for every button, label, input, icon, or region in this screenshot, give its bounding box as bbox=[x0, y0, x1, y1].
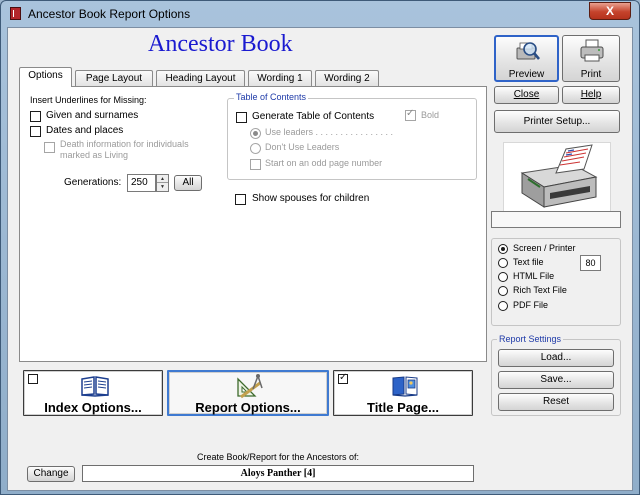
open-book-icon bbox=[81, 376, 109, 397]
given-surnames-checkbox[interactable] bbox=[30, 111, 41, 122]
picture-book-icon bbox=[392, 376, 418, 397]
toc-bold-label: Bold bbox=[421, 110, 440, 120]
text-file-radio[interactable] bbox=[498, 258, 508, 268]
print-button[interactable]: Print bbox=[562, 35, 620, 82]
dates-places-label: Dates and places bbox=[46, 125, 124, 136]
help-button[interactable]: Help bbox=[562, 86, 620, 104]
html-file-label: HTML File bbox=[513, 271, 555, 281]
odd-page-label: Start on an odd page number bbox=[265, 158, 383, 168]
rtf-file-radio[interactable] bbox=[498, 286, 508, 296]
save-settings-button[interactable]: Save... bbox=[498, 371, 614, 389]
status-field bbox=[491, 211, 621, 228]
report-options-label: Report Options... bbox=[195, 400, 301, 415]
use-leaders-radio[interactable] bbox=[250, 128, 261, 139]
report-settings-title: Report Settings bbox=[497, 334, 564, 344]
report-options-button[interactable]: Report Options... bbox=[167, 370, 329, 416]
generations-stepper[interactable]: ▲ ▼ bbox=[156, 174, 169, 192]
text-width-input[interactable]: 80 bbox=[580, 255, 601, 271]
death-info-checkbox[interactable] bbox=[44, 142, 55, 153]
output-destination-group: Screen / Printer Text file 80 HTML File … bbox=[491, 238, 621, 326]
pdf-file-label: PDF File bbox=[513, 300, 549, 310]
index-include-checkbox[interactable] bbox=[28, 374, 38, 384]
printer-setup-button[interactable]: Printer Setup... bbox=[494, 110, 620, 133]
use-leaders-label: Use leaders . . . . . . . . . . . . . . … bbox=[265, 127, 394, 137]
preview-button[interactable]: Preview bbox=[494, 35, 559, 82]
toc-group-title: Table of Contents bbox=[234, 92, 309, 102]
generate-toc-checkbox[interactable] bbox=[236, 112, 247, 123]
drafting-tools-icon bbox=[237, 374, 263, 399]
generations-label: Generations: bbox=[64, 177, 122, 188]
tab-wording-1[interactable]: Wording 1 bbox=[248, 70, 312, 87]
tab-page-layout[interactable]: Page Layout bbox=[75, 70, 153, 87]
index-options-label: Index Options... bbox=[44, 400, 142, 415]
toc-bold-checkbox[interactable] bbox=[405, 108, 416, 121]
underlines-heading: Insert Underlines for Missing: bbox=[30, 95, 147, 105]
print-label: Print bbox=[580, 69, 602, 80]
screen-printer-radio[interactable] bbox=[498, 244, 508, 254]
all-generations-button[interactable]: All bbox=[174, 175, 202, 191]
selected-ancestor-field: Aloys Panther [4] bbox=[82, 465, 474, 482]
report-options-window: Ancestor Book Report Options X Ancestor … bbox=[0, 0, 640, 495]
ancestors-of-label: Create Book/Report for the Ancestors of: bbox=[196, 452, 360, 462]
show-spouses-label: Show spouses for children bbox=[252, 193, 370, 204]
title-bar[interactable]: Ancestor Book Report Options X bbox=[1, 1, 639, 27]
screen-printer-label: Screen / Printer bbox=[513, 243, 576, 253]
options-tab-panel: Insert Underlines for Missing: Given and… bbox=[19, 86, 487, 362]
printer-illustration bbox=[503, 142, 611, 214]
close-button[interactable]: Close bbox=[494, 86, 559, 104]
death-info-label-line1: Death information for individuals bbox=[60, 139, 189, 149]
load-settings-button[interactable]: Load... bbox=[498, 349, 614, 367]
show-spouses-checkbox[interactable] bbox=[235, 194, 246, 205]
tab-options[interactable]: Options bbox=[19, 67, 72, 87]
html-file-radio[interactable] bbox=[498, 272, 508, 282]
book-app-icon bbox=[10, 7, 21, 20]
window-title: Ancestor Book Report Options bbox=[28, 7, 191, 21]
toc-group: Table of Contents Generate Table of Cont… bbox=[227, 92, 477, 180]
text-file-label: Text file bbox=[513, 257, 544, 267]
odd-page-checkbox[interactable] bbox=[250, 159, 261, 170]
stepper-down-icon[interactable]: ▼ bbox=[157, 183, 168, 191]
reset-settings-button[interactable]: Reset bbox=[498, 393, 614, 411]
given-surnames-label: Given and surnames bbox=[46, 110, 139, 121]
tab-wording-2[interactable]: Wording 2 bbox=[315, 70, 379, 87]
report-settings-group: Report Settings Load... Save... Reset bbox=[491, 334, 621, 416]
title-page-button[interactable]: Title Page... bbox=[333, 370, 473, 416]
title-page-include-checkbox[interactable] bbox=[338, 372, 348, 384]
preview-magnifier-icon bbox=[516, 42, 540, 60]
generate-toc-label: Generate Table of Contents bbox=[252, 111, 375, 122]
rtf-file-label: Rich Text File bbox=[513, 285, 567, 295]
index-options-button[interactable]: Index Options... bbox=[23, 370, 163, 416]
laser-printer-icon bbox=[520, 144, 598, 208]
tab-heading-layout[interactable]: Heading Layout bbox=[156, 70, 245, 87]
stepper-up-icon[interactable]: ▲ bbox=[157, 175, 168, 183]
dont-use-leaders-radio[interactable] bbox=[250, 143, 261, 154]
preview-label: Preview bbox=[508, 69, 545, 80]
change-person-button[interactable]: Change bbox=[27, 466, 75, 482]
pdf-file-radio[interactable] bbox=[498, 301, 508, 311]
dates-places-checkbox[interactable] bbox=[30, 126, 41, 137]
dialog-body: Ancestor Book Options Page Layout Headin… bbox=[7, 27, 633, 491]
printer-icon bbox=[580, 39, 604, 62]
title-page-label: Title Page... bbox=[366, 400, 439, 415]
generations-input[interactable]: 250 bbox=[127, 174, 156, 192]
window-close-button[interactable]: X bbox=[589, 2, 631, 20]
dont-use-leaders-label: Don't Use Leaders bbox=[265, 142, 340, 152]
report-heading: Ancestor Book bbox=[148, 31, 293, 57]
death-info-label-line2: marked as Living bbox=[60, 150, 129, 160]
